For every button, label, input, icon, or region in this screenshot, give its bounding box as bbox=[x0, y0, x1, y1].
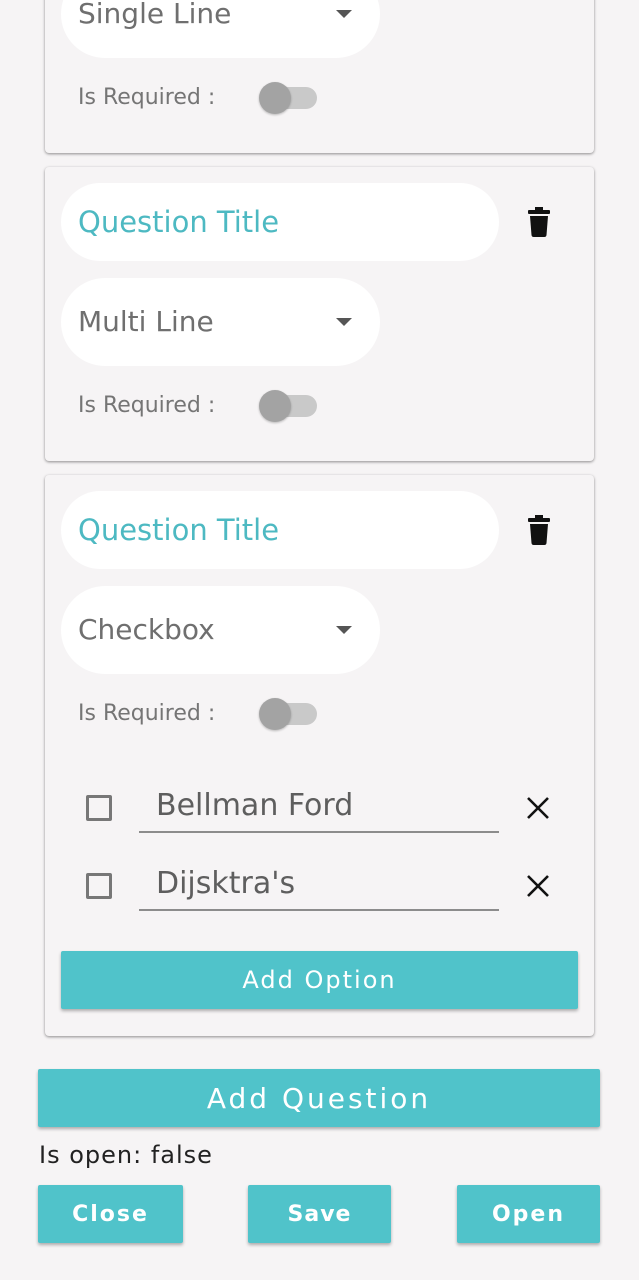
question-card: Multi Line Is Required : bbox=[45, 167, 594, 461]
close-button[interactable]: Close bbox=[38, 1185, 183, 1243]
is-required-label: Is Required : bbox=[78, 701, 216, 726]
question-type-value: Single Line bbox=[78, 0, 232, 30]
option-row bbox=[45, 857, 594, 937]
is-required-label: Is Required : bbox=[78, 85, 216, 110]
is-required-toggle[interactable] bbox=[259, 698, 319, 730]
is-required-toggle[interactable] bbox=[259, 390, 319, 422]
toggle-thumb bbox=[259, 698, 291, 730]
toggle-thumb bbox=[259, 82, 291, 114]
option-text-input[interactable] bbox=[139, 857, 499, 911]
question-type-dropdown[interactable]: Multi Line bbox=[61, 278, 380, 366]
delete-question-button[interactable] bbox=[522, 205, 556, 239]
option-checkbox[interactable] bbox=[86, 795, 112, 821]
trash-icon bbox=[528, 515, 550, 545]
is-required-toggle[interactable] bbox=[259, 82, 319, 114]
trash-icon bbox=[528, 207, 550, 237]
add-question-button[interactable]: Add Question bbox=[38, 1069, 600, 1127]
open-button[interactable]: Open bbox=[457, 1185, 600, 1243]
option-row bbox=[45, 779, 594, 859]
chevron-down-icon bbox=[336, 318, 352, 326]
question-type-value: Multi Line bbox=[78, 305, 214, 338]
question-type-value: Checkbox bbox=[78, 613, 215, 646]
option-checkbox[interactable] bbox=[86, 873, 112, 899]
question-card: Single Line Is Required : bbox=[45, 0, 594, 153]
close-icon[interactable] bbox=[523, 871, 553, 901]
question-card: Checkbox Is Required : Add Option bbox=[45, 475, 594, 1036]
is-open-status: Is open: false bbox=[39, 1141, 213, 1169]
save-button[interactable]: Save bbox=[248, 1185, 391, 1243]
is-required-label: Is Required : bbox=[78, 393, 216, 418]
question-type-dropdown[interactable]: Checkbox bbox=[61, 586, 380, 674]
question-title-field[interactable] bbox=[61, 183, 499, 261]
toggle-thumb bbox=[259, 390, 291, 422]
chevron-down-icon bbox=[336, 10, 352, 18]
option-text-input[interactable] bbox=[139, 779, 499, 833]
question-title-input[interactable] bbox=[78, 491, 478, 569]
add-option-button[interactable]: Add Option bbox=[61, 951, 578, 1009]
question-title-input[interactable] bbox=[78, 183, 478, 261]
question-title-field[interactable] bbox=[61, 491, 499, 569]
close-icon[interactable] bbox=[523, 793, 553, 823]
delete-question-button[interactable] bbox=[522, 513, 556, 547]
chevron-down-icon bbox=[336, 626, 352, 634]
question-type-dropdown[interactable]: Single Line bbox=[61, 0, 380, 58]
